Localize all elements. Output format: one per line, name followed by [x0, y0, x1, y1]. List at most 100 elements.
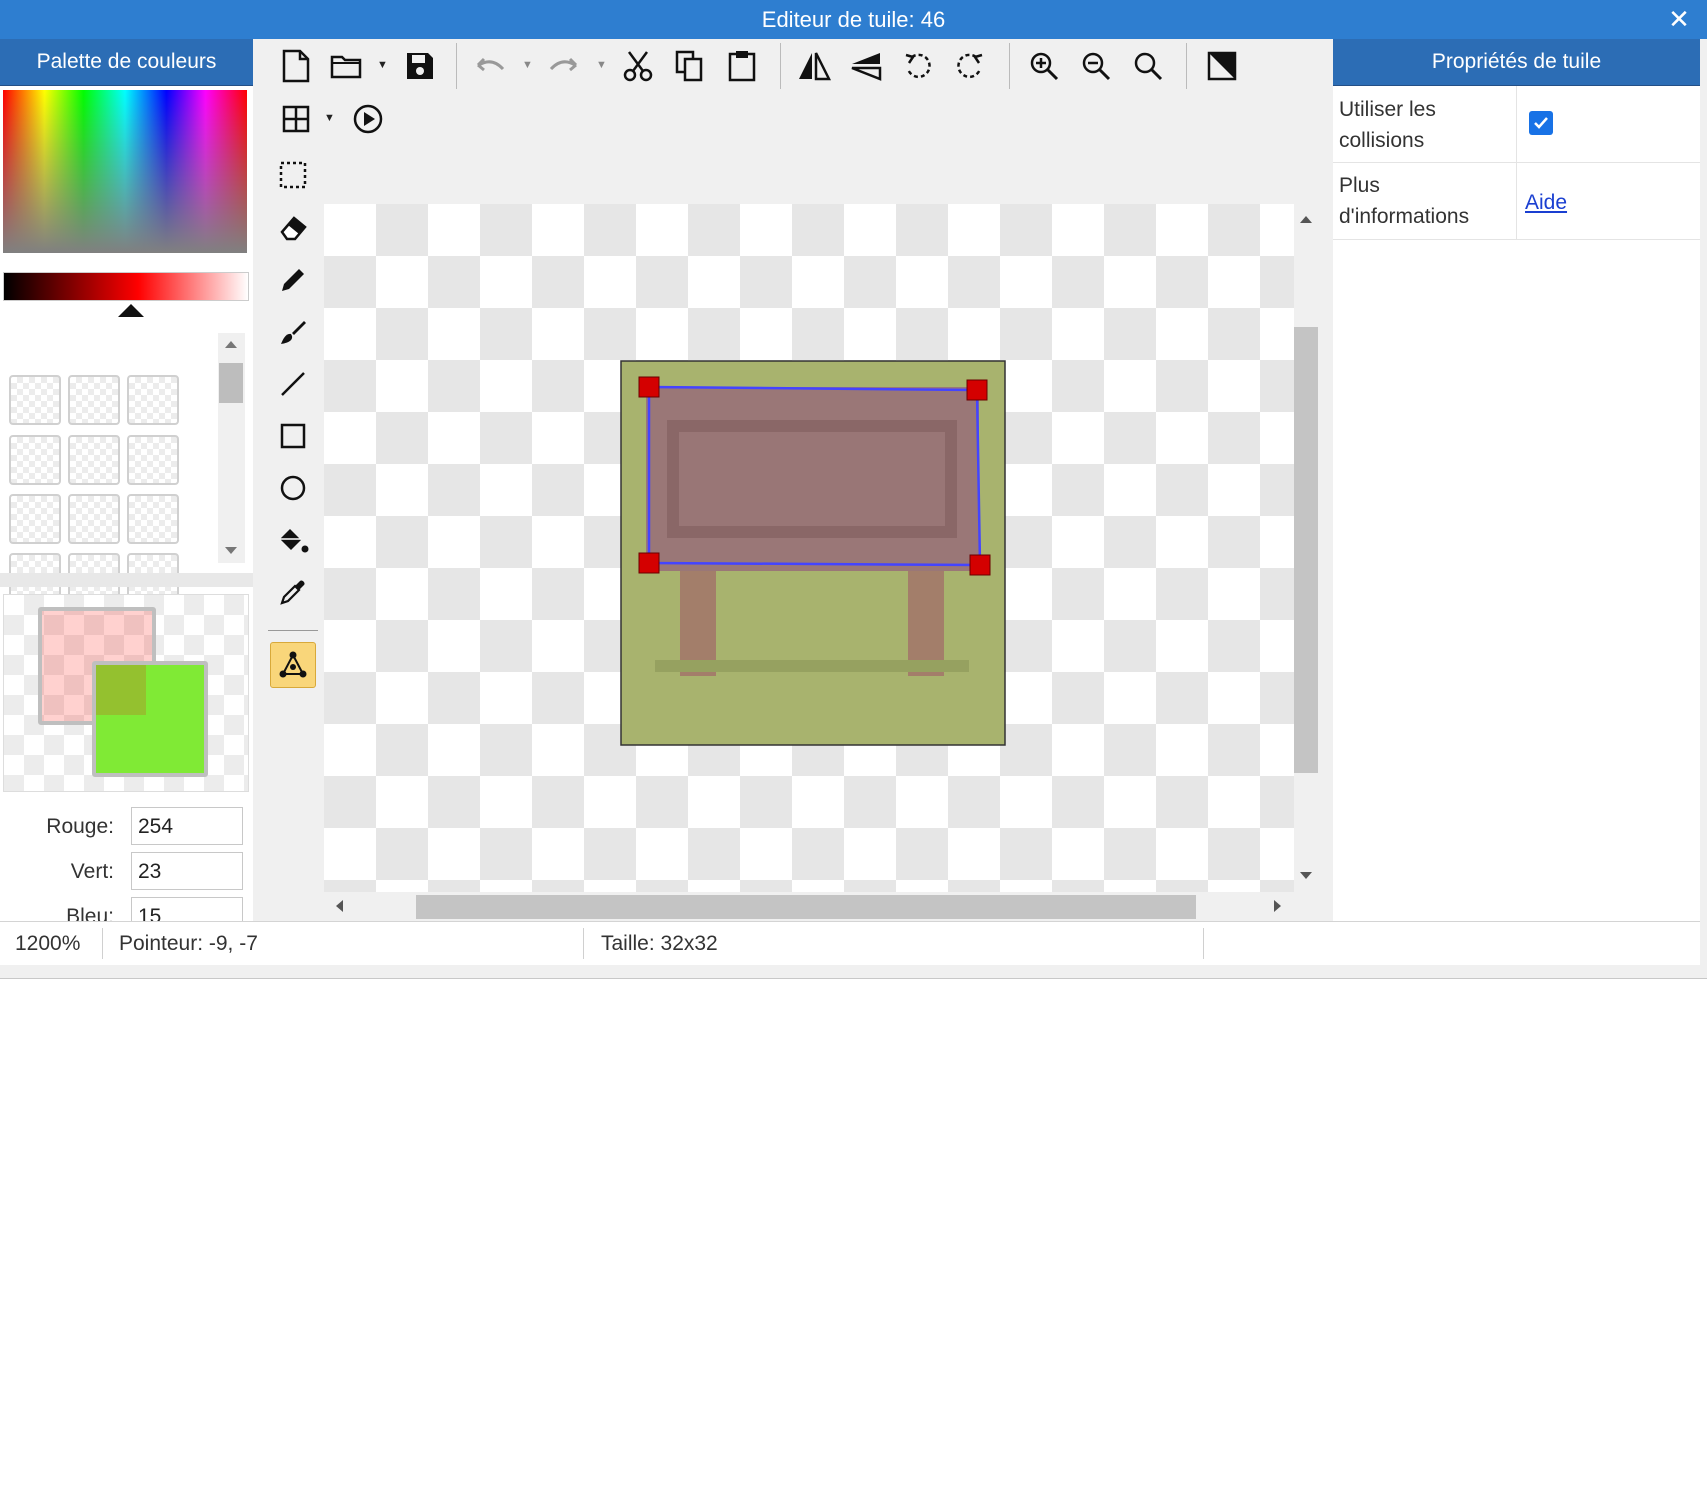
sign-post-left: [680, 566, 716, 676]
use-collisions-label: Utiliser les collisions: [1339, 98, 1436, 152]
sign-post-right: [908, 566, 944, 676]
line-tool[interactable]: [270, 361, 316, 407]
color-swatch[interactable]: [9, 435, 61, 485]
rectangle-tool[interactable]: [270, 413, 316, 459]
open-dropdown-icon[interactable]: ▼: [377, 59, 388, 71]
redo-icon[interactable]: [544, 46, 584, 86]
red-row: Rouge: 254: [0, 807, 253, 847]
zoom-reset-icon[interactable]: [1128, 46, 1168, 86]
swatch-scrollbar[interactable]: [218, 333, 245, 563]
copy-icon[interactable]: [670, 46, 710, 86]
color-swatch[interactable]: [127, 375, 179, 425]
open-folder-icon[interactable]: [326, 46, 366, 86]
red-label: Rouge:: [46, 815, 114, 838]
check-icon: [1534, 117, 1548, 129]
grid-dropdown-icon[interactable]: ▼: [324, 112, 335, 124]
flip-vertical-icon[interactable]: [846, 46, 886, 86]
pointer-position: Pointeur: -9, -7: [119, 932, 258, 955]
swatch-scroll-thumb[interactable]: [219, 363, 243, 403]
rotate-right-icon[interactable]: [950, 46, 990, 86]
scroll-up-icon[interactable]: [1300, 216, 1312, 223]
tile-drawing: [620, 360, 1006, 746]
canvas-horizontal-scrollbar[interactable]: [324, 892, 1294, 920]
status-separator: [583, 928, 584, 959]
color-swatch[interactable]: [68, 375, 120, 425]
fill-tool[interactable]: [270, 517, 316, 563]
horizontal-scroll-thumb[interactable]: [416, 895, 1196, 919]
save-icon[interactable]: [400, 46, 440, 86]
close-icon[interactable]: ✕: [1661, 0, 1697, 39]
blue-input[interactable]: 15: [131, 897, 243, 921]
title-bar: Editeur de tuile: 46 ✕: [0, 0, 1707, 39]
scroll-down-icon[interactable]: [225, 547, 237, 554]
collision-handle[interactable]: [966, 379, 988, 401]
flip-horizontal-icon[interactable]: [794, 46, 834, 86]
color-swatch[interactable]: [127, 494, 179, 544]
play-icon[interactable]: [348, 99, 388, 139]
canvas-vertical-scrollbar[interactable]: [1294, 204, 1318, 892]
tile-properties-panel: Propriétés de tuile Utiliser les collisi…: [1333, 39, 1700, 921]
collision-handle[interactable]: [638, 552, 660, 574]
paste-icon[interactable]: [722, 46, 762, 86]
color-spectrum[interactable]: [3, 90, 247, 253]
eraser-tool[interactable]: [270, 204, 316, 250]
red-input[interactable]: 254: [131, 807, 243, 845]
scroll-left-icon[interactable]: [336, 900, 343, 912]
ellipse-tool[interactable]: [270, 465, 316, 511]
color-overlap: [96, 665, 146, 715]
use-collisions-checkbox[interactable]: [1529, 111, 1553, 135]
toolbar-separator: [780, 43, 781, 89]
shade-slider[interactable]: [3, 272, 249, 301]
pencil-tool[interactable]: [270, 257, 316, 303]
cut-icon[interactable]: [618, 46, 658, 86]
help-link[interactable]: Aide: [1525, 191, 1567, 215]
property-divider: [1516, 163, 1517, 239]
brush-tool[interactable]: [270, 309, 316, 355]
rotate-left-icon[interactable]: [898, 46, 938, 86]
toolbar-separator: [1186, 43, 1187, 89]
properties-title: Propriétés de tuile: [1431, 50, 1602, 73]
zoom-in-icon[interactable]: [1024, 46, 1064, 86]
main-toolbar: ▼ ▼ ▼ ▼: [264, 39, 1328, 189]
scroll-right-icon[interactable]: [1274, 900, 1281, 912]
tile-canvas[interactable]: [324, 204, 1294, 892]
scroll-down-icon[interactable]: [1300, 872, 1312, 879]
green-input[interactable]: 23: [131, 852, 243, 890]
palette-header: Palette de couleurs: [0, 39, 253, 86]
more-info-row: Plus d'informations Aide: [1333, 163, 1700, 240]
blue-row: Bleu: 15: [0, 897, 253, 921]
sign-board-panel: [679, 432, 945, 526]
zoom-level: 1200%: [15, 932, 81, 955]
undo-dropdown-icon[interactable]: ▼: [522, 59, 533, 71]
color-swatch[interactable]: [9, 494, 61, 544]
color-swatch[interactable]: [127, 435, 179, 485]
status-separator: [102, 928, 103, 959]
swatch-grid: [0, 329, 253, 603]
color-palette-panel: Palette de couleurs Rouge: 254 Vert: 23 …: [0, 39, 253, 921]
redo-dropdown-icon[interactable]: ▼: [596, 59, 607, 71]
use-collisions-row: Utiliser les collisions: [1333, 86, 1700, 163]
palette-title: Palette de couleurs: [36, 50, 217, 73]
selection-tool[interactable]: [270, 152, 316, 198]
properties-header: Propriétés de tuile: [1333, 39, 1700, 86]
green-row: Vert: 23: [0, 852, 253, 892]
toolbar-separator: [1009, 43, 1010, 89]
new-file-icon[interactable]: [276, 46, 316, 86]
color-swatch[interactable]: [9, 375, 61, 425]
shade-marker-icon[interactable]: [118, 304, 144, 317]
color-swatch[interactable]: [68, 494, 120, 544]
collision-handle[interactable]: [638, 376, 660, 398]
panel-divider: [0, 573, 253, 587]
grid-icon[interactable]: [276, 99, 316, 139]
color-picker-tool[interactable]: [270, 569, 316, 615]
vertical-scroll-thumb[interactable]: [1294, 327, 1318, 773]
undo-icon[interactable]: [470, 46, 510, 86]
toggle-background-icon[interactable]: [1202, 46, 1242, 86]
zoom-out-icon[interactable]: [1076, 46, 1116, 86]
scroll-up-icon[interactable]: [225, 341, 237, 348]
collision-handle[interactable]: [969, 554, 991, 576]
color-swatch[interactable]: [68, 435, 120, 485]
collision-polygon-tool[interactable]: [270, 642, 316, 688]
blue-label: Bleu:: [66, 905, 114, 921]
tile-size: Taille: 32x32: [601, 932, 718, 955]
